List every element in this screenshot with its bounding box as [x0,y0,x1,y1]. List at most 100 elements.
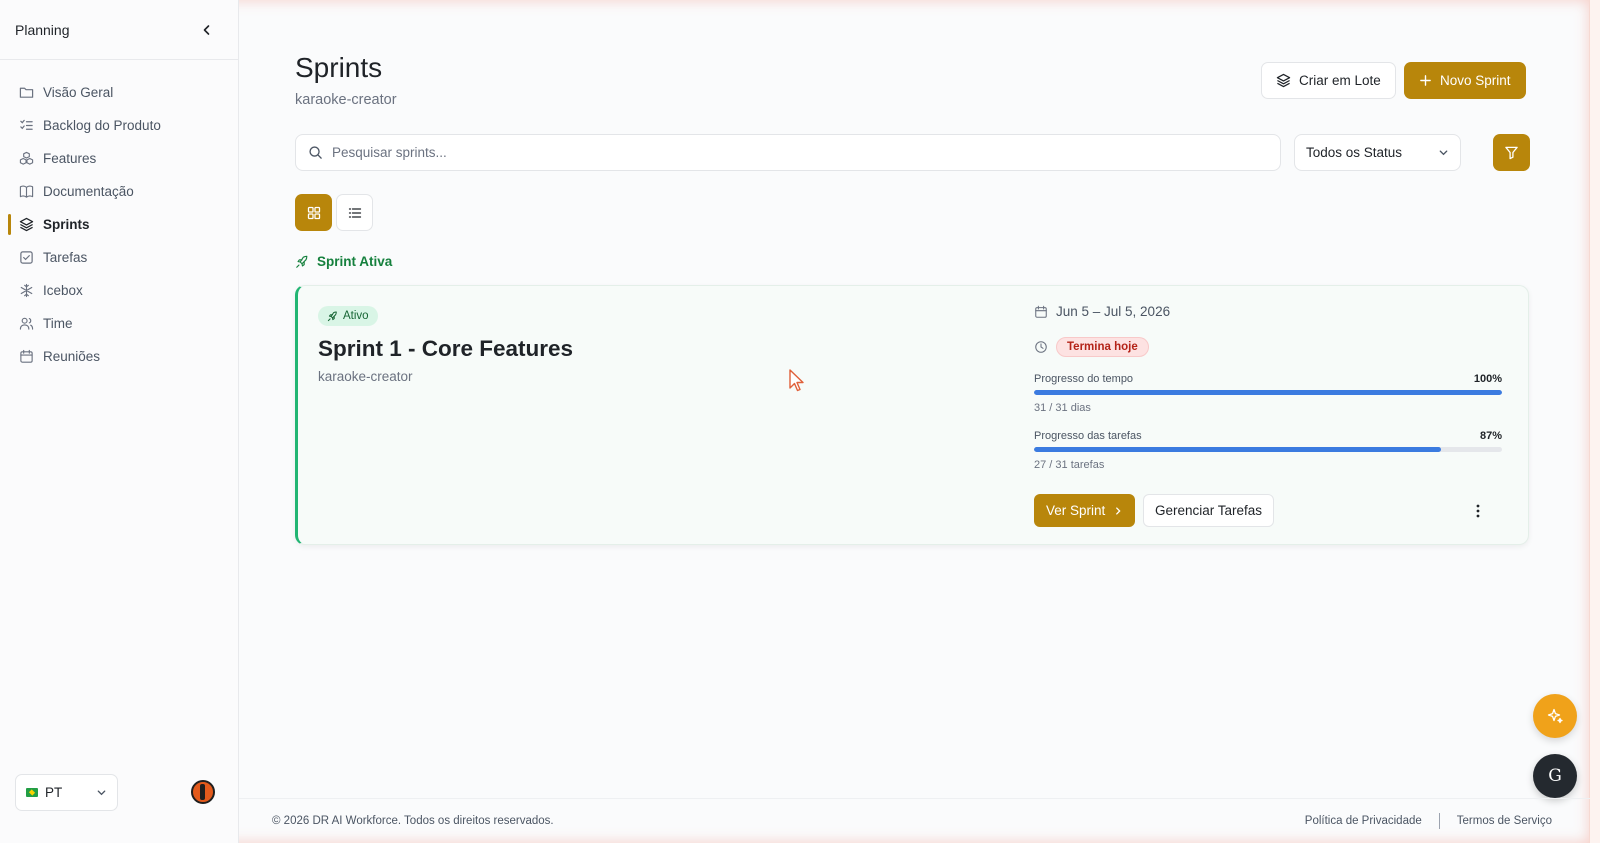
app-window: Planning Visão Geral Backlog do Produto … [0,0,1590,843]
view-sprint-button[interactable]: Ver Sprint [1034,494,1136,527]
sidebar-item-label: Time [43,316,73,331]
chevron-right-icon [1116,506,1121,515]
active-sprint-label: Sprint Ativa [317,254,393,269]
view-sprint-label: Ver Sprint [1046,503,1106,518]
filter-button[interactable] [1493,134,1530,171]
sidebar-item-time[interactable]: Time [0,307,238,340]
list-view-toggle[interactable] [336,194,373,231]
sidebar-nav: Visão Geral Backlog do Produto Features … [0,60,238,373]
grid-view-toggle[interactable] [295,194,332,231]
sidebar-item-sprints[interactable]: Sprints [0,208,238,241]
ai-assistant-button[interactable] [1533,694,1577,738]
layers-icon [19,217,34,232]
time-progress-bar [1034,390,1502,395]
main-content: Sprints karaoke-creator Criar em Lote No… [239,0,1589,800]
chevron-down-icon [1439,150,1448,156]
manage-tasks-button[interactable]: Gerenciar Tarefas [1143,494,1275,527]
sidebar-item-label: Features [43,151,97,166]
sidebar-item-reunioes[interactable]: Reuniões [0,340,238,373]
sprint-card: Ativo Sprint 1 - Core Features karaoke-c… [295,285,1529,545]
sidebar: Planning Visão Geral Backlog do Produto … [0,0,239,843]
search-icon [309,146,322,159]
sidebar-header: Planning [0,0,238,60]
copyright-text: © 2026 DR AI Workforce. Todos os direito… [272,815,554,827]
batch-create-label: Criar em Lote [1299,73,1381,88]
sidebar-item-tarefas[interactable]: Tarefas [0,241,238,274]
g-app-button[interactable]: G [1533,754,1577,798]
status-select[interactable]: Todos os Status [1294,134,1461,171]
users-icon [19,316,34,331]
status-badge-label: Ativo [343,310,369,322]
sidebar-item-label: Tarefas [43,250,88,265]
page-subtitle: karaoke-creator [295,92,397,108]
sparkles-icon [1547,708,1563,724]
sidebar-title: Planning [15,21,70,38]
filter-icon [1505,146,1518,160]
calendar-icon [19,349,34,364]
sprint-title: Sprint 1 - Core Features [318,336,574,361]
sprint-details: Jun 5 – Jul 5, 2026 Termina hoje Progres… [1034,286,1502,544]
language-select[interactable]: PT [15,773,118,811]
sidebar-item-label: Icebox [43,283,83,298]
footer-divider [1438,813,1440,829]
grid-icon [307,206,320,219]
task-progress: Progresso das tarefas 87% 27 / 31 tarefa… [1034,430,1502,471]
more-options-button[interactable] [1466,499,1490,523]
book-icon [19,184,34,199]
clock-icon [1035,341,1047,353]
page-title: Sprints [295,52,383,83]
time-progress-label: Progresso do tempo [1034,373,1134,385]
folder-icon [19,85,34,100]
sprint-project: karaoke-creator [318,369,413,384]
sidebar-item-visao-geral[interactable]: Visão Geral [0,76,238,109]
list-icon [348,207,361,218]
sidebar-item-label: Documentação [43,184,134,199]
sidebar-item-label: Sprints [43,217,90,232]
snowflake-icon [19,283,34,298]
task-progress-detail: 27 / 31 tarefas [1034,459,1105,471]
chevron-left-icon [203,24,210,35]
time-progress: Progresso do tempo 100% 31 / 31 dias [1034,373,1502,414]
brazil-flag-icon [26,787,38,797]
search-field[interactable] [295,134,1281,171]
sidebar-item-label: Backlog do Produto [43,118,161,133]
g-app-label: G [1548,766,1562,786]
sidebar-item-label: Visão Geral [43,85,114,100]
privacy-link[interactable]: Política de Privacidade [1305,815,1422,827]
plus-icon [1420,75,1431,86]
sidebar-item-label: Reuniões [43,349,101,364]
new-sprint-button[interactable]: Novo Sprint [1404,62,1526,99]
mouse-cursor-icon [788,368,808,394]
list-checks-icon [19,118,34,133]
language-label: PT [45,784,63,800]
sprint-date-range: Jun 5 – Jul 5, 2026 [1056,304,1171,319]
active-sprint-heading: Sprint Ativa [295,254,392,269]
page-footer: © 2026 DR AI Workforce. Todos os direito… [239,798,1590,843]
avatar[interactable] [191,780,215,804]
sidebar-item-features[interactable]: Features [0,142,238,175]
sidebar-item-icebox[interactable]: Icebox [0,274,238,307]
collapse-sidebar-button[interactable] [198,21,216,39]
calendar-icon [1035,305,1047,318]
search-input[interactable] [332,145,1232,160]
more-vertical-icon [1476,504,1480,518]
sidebar-item-documentacao[interactable]: Documentação [0,175,238,208]
time-progress-fill [1034,390,1502,395]
chevron-down-icon [96,787,107,798]
sidebar-footer: PT [15,773,225,811]
time-progress-percent: 100% [1473,373,1502,385]
new-sprint-label: Novo Sprint [1440,73,1511,88]
ending-badge: Termina hoje [1056,337,1149,357]
batch-create-button[interactable]: Criar em Lote [1261,62,1396,99]
task-progress-bar [1034,447,1502,452]
manage-tasks-label: Gerenciar Tarefas [1155,503,1263,518]
status-select-value: Todos os Status [1306,145,1403,160]
rocket-icon [327,311,337,321]
task-progress-label: Progresso das tarefas [1034,430,1142,442]
layers-icon [1276,73,1291,88]
task-progress-fill [1034,447,1442,452]
terms-link[interactable]: Termos de Serviço [1457,815,1552,827]
sidebar-item-backlog[interactable]: Backlog do Produto [0,109,238,142]
rocket-icon [296,255,308,268]
task-progress-percent: 87% [1479,430,1502,442]
